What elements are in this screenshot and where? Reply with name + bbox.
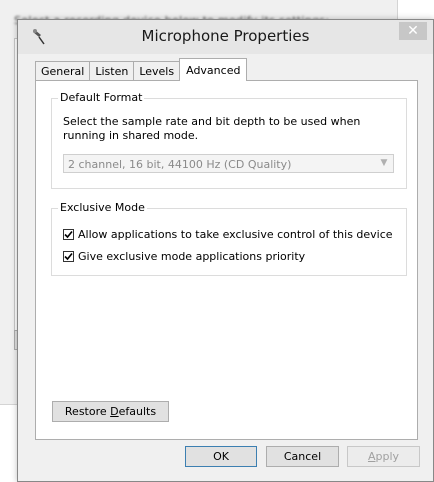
tab-levels[interactable]: Levels xyxy=(133,61,181,81)
apply-label-rest: pply xyxy=(375,450,400,463)
exclusive-control-option[interactable]: Allow applications to take exclusive con… xyxy=(63,228,393,241)
default-format-select[interactable]: 2 channel, 16 bit, 44100 Hz (CD Quality)… xyxy=(63,154,394,173)
ok-button[interactable]: OK xyxy=(185,446,257,467)
default-format-legend: Default Format xyxy=(58,91,145,104)
default-format-group: Default Format Select the sample rate an… xyxy=(51,91,407,189)
exclusive-mode-legend: Exclusive Mode xyxy=(58,201,147,214)
apply-accelerator: A xyxy=(367,450,376,463)
tab-listen[interactable]: Listen xyxy=(89,61,135,81)
cancel-button[interactable]: Cancel xyxy=(266,446,339,467)
title-bar[interactable]: Microphone Properties ✕ xyxy=(18,20,433,54)
exclusive-priority-checkbox[interactable] xyxy=(63,251,74,262)
exclusive-control-label: Allow applications to take exclusive con… xyxy=(78,228,393,241)
microphone-properties-dialog: Microphone Properties ✕ General Listen L… xyxy=(17,19,434,482)
restore-defaults-accelerator: D xyxy=(110,405,119,418)
apply-button[interactable]: Apply xyxy=(347,446,420,467)
default-format-selected-value: 2 channel, 16 bit, 44100 Hz (CD Quality) xyxy=(68,158,292,171)
tab-strip: General Listen Levels Advanced xyxy=(35,58,248,81)
default-format-description: Select the sample rate and bit depth to … xyxy=(63,115,361,142)
tab-advanced[interactable]: Advanced xyxy=(179,58,248,81)
restore-defaults-button[interactable]: Restore Defaults xyxy=(52,401,169,422)
close-button[interactable]: ✕ xyxy=(399,22,427,40)
checkmark-icon xyxy=(64,252,73,261)
restore-defaults-label-suffix: efaults xyxy=(118,405,157,418)
tab-general[interactable]: General xyxy=(35,61,91,81)
exclusive-priority-option[interactable]: Give exclusive mode applications priorit… xyxy=(63,250,305,263)
restore-defaults-label-prefix: Restore xyxy=(64,405,111,418)
checkmark-icon xyxy=(64,230,73,239)
chevron-down-icon: ▼ xyxy=(380,158,388,168)
exclusive-mode-group: Exclusive Mode Allow applications to tak… xyxy=(51,201,407,276)
exclusive-control-checkbox[interactable] xyxy=(63,229,74,240)
close-icon: ✕ xyxy=(407,23,419,39)
dialog-title: Microphone Properties xyxy=(141,27,310,45)
exclusive-priority-label: Give exclusive mode applications priorit… xyxy=(78,250,306,263)
advanced-tab-page: Default Format Select the sample rate an… xyxy=(35,80,418,440)
